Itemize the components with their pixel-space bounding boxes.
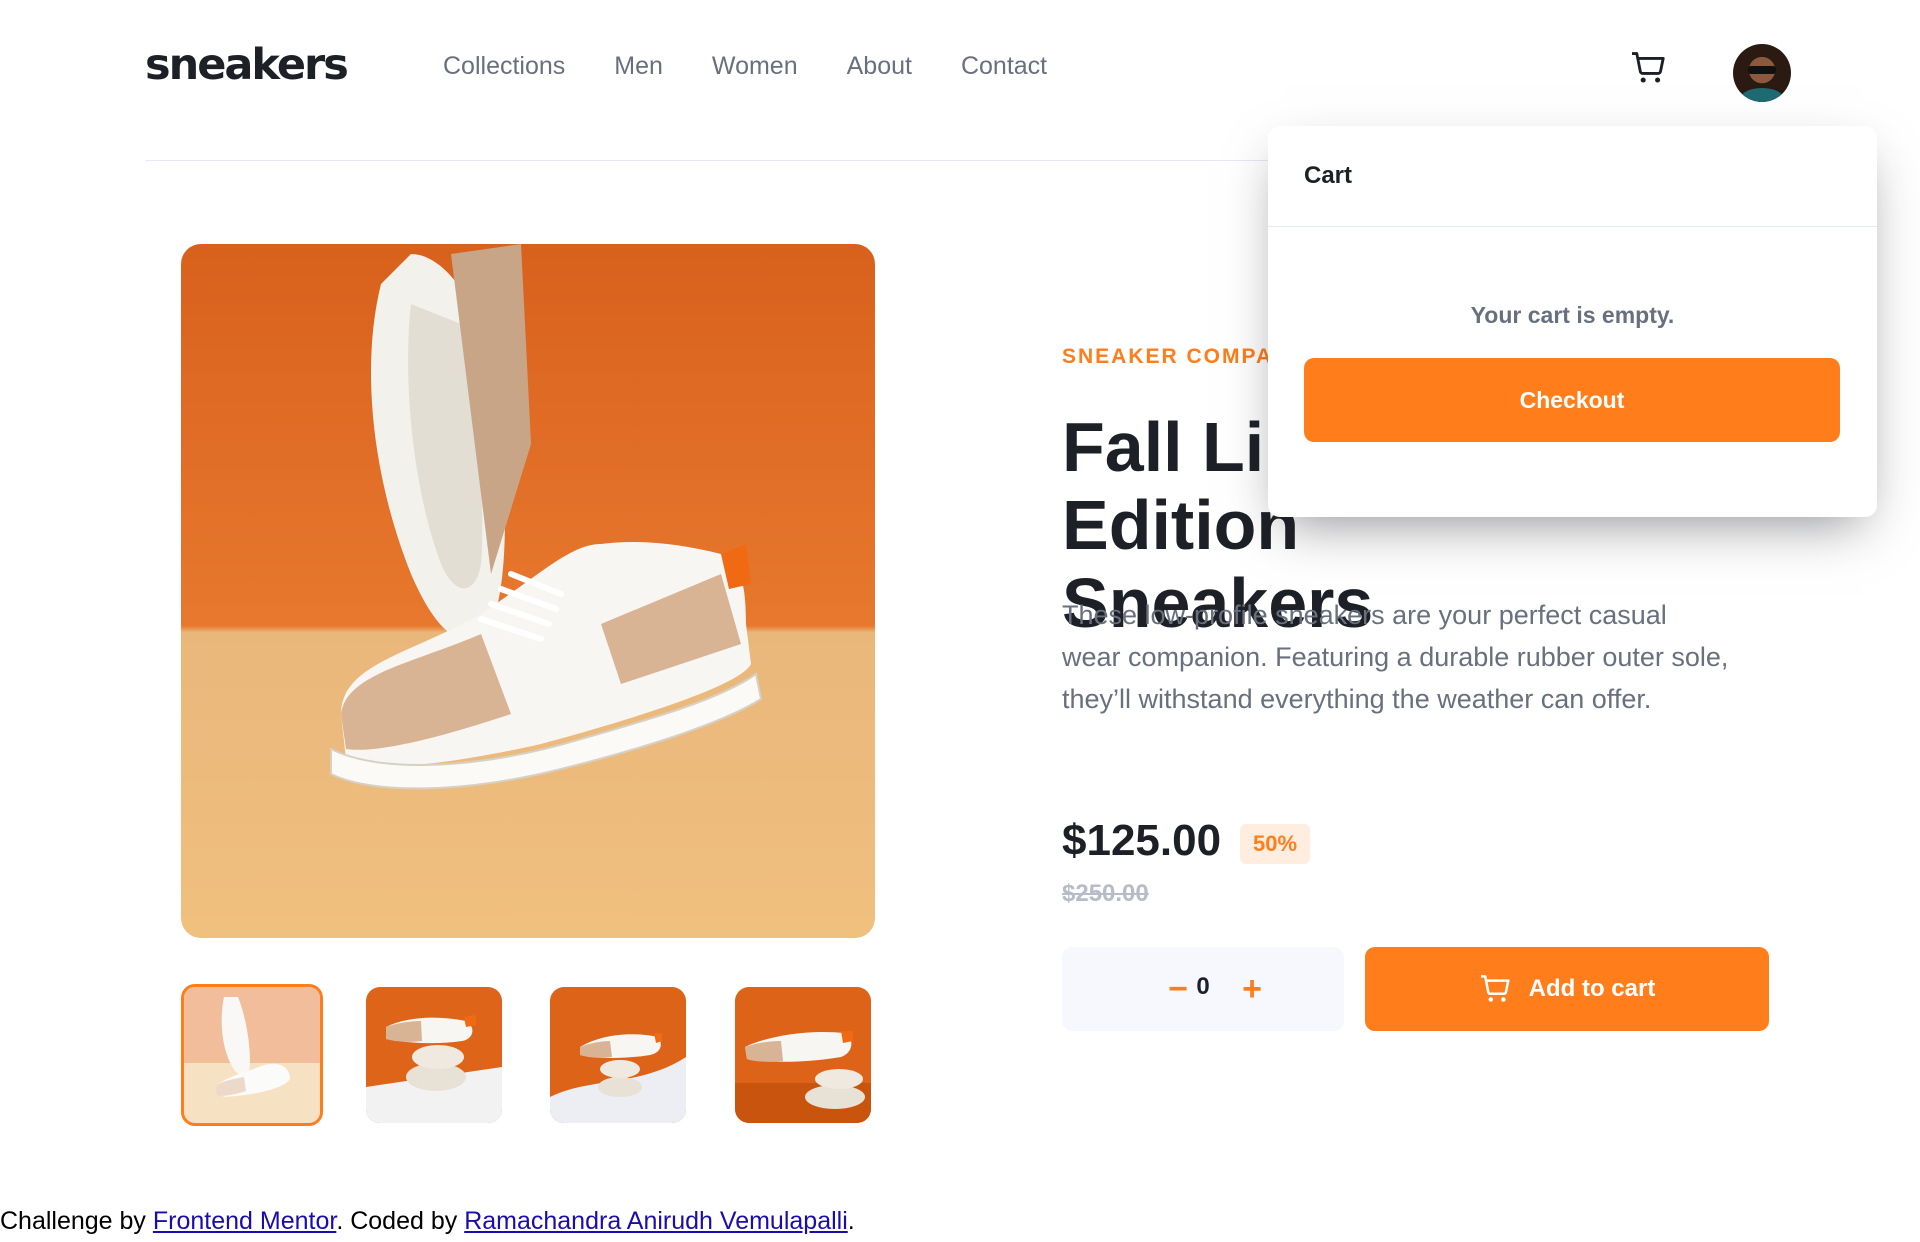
attribution-middle: . Coded by (336, 1207, 465, 1235)
quantity-value: 0 (1196, 973, 1210, 1000)
thumbnail-4-image (735, 987, 871, 1123)
thumbnail-3-image (550, 987, 686, 1123)
original-price: $250.00 (1062, 880, 1149, 907)
checkout-button[interactable]: Checkout (1304, 358, 1840, 442)
cart-icon (1480, 975, 1510, 1002)
avatar-icon[interactable] (1733, 44, 1791, 102)
thumbnail-2-image (366, 987, 502, 1123)
product-description: These low-profile sneakers are your perf… (1062, 600, 1729, 714)
cart-empty-message: Your cart is empty. (1470, 302, 1675, 328)
cart-icon-svg (1632, 52, 1665, 83)
attribution: Challenge by Frontend Mentor. Coded by R… (0, 1206, 855, 1236)
thumbnail-1[interactable] (181, 984, 323, 1126)
frontend-mentor-link[interactable]: Frontend Mentor (153, 1207, 336, 1235)
cart-divider (1268, 226, 1877, 227)
cart-title: Cart (1304, 162, 1353, 189)
nav-men[interactable]: Men (614, 52, 663, 81)
main-nav: Collections Men Women About Contact (443, 52, 1096, 81)
attribution-prefix: Challenge by (0, 1207, 153, 1235)
author-link[interactable]: Ramachandra Anirudh Vemulapalli (464, 1207, 848, 1235)
nav-collections[interactable]: Collections (443, 52, 565, 81)
quantity-stepper: − 0 + (1062, 947, 1344, 1031)
add-to-cart-label: Add to cart (1528, 975, 1656, 1002)
avatar-shirt (1741, 88, 1783, 102)
cart-dropdown: Cart Your cart is empty. Checkout (1268, 126, 1877, 517)
increase-quantity-button[interactable]: + (1232, 967, 1272, 1011)
thumbnail-3[interactable] (550, 987, 686, 1123)
current-price: $125.00 (1062, 816, 1222, 865)
logo[interactable]: sneakers (145, 40, 349, 90)
nav-women[interactable]: Women (712, 52, 798, 81)
sneaker-product-image[interactable] (181, 244, 875, 938)
avatar-glasses (1748, 66, 1776, 74)
thumbnail-1-image (184, 987, 320, 1123)
discount-badge: 50% (1240, 824, 1310, 864)
nav-contact[interactable]: Contact (961, 52, 1047, 81)
add-to-cart-button[interactable]: Add to cart (1365, 947, 1769, 1031)
sneaker-illustration (330, 244, 763, 790)
attribution-suffix: . (847, 1207, 855, 1235)
nav-about[interactable]: About (847, 52, 912, 81)
thumbnail-4[interactable] (735, 987, 871, 1123)
cart-icon[interactable] (1630, 52, 1670, 86)
thumbnail-2[interactable] (366, 987, 502, 1123)
